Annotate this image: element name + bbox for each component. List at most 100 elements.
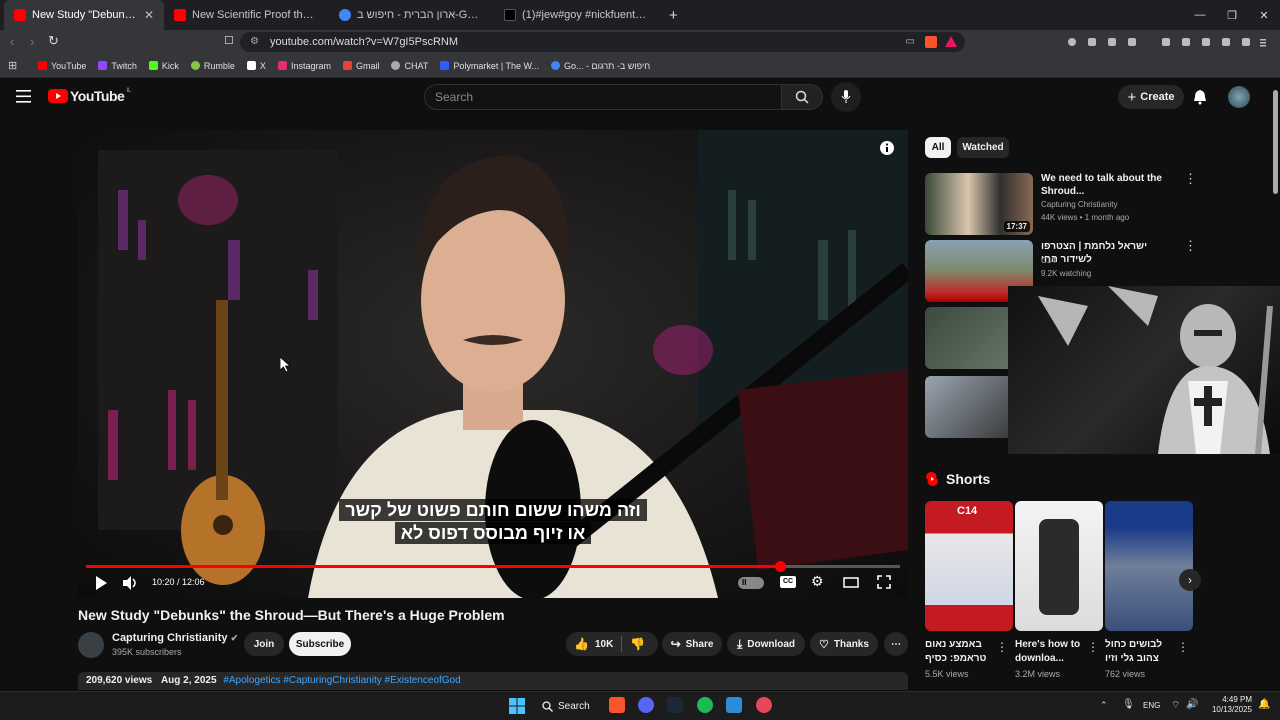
bookmark-rumble[interactable]: Rumble	[190, 61, 235, 71]
forward-icon[interactable]: ›	[30, 34, 34, 49]
bookmark-youtube[interactable]: YouTube	[38, 61, 86, 71]
page-scrollbar[interactable]	[1273, 90, 1278, 194]
short-title[interactable]: לבושים כחול צהוב גלי וזיו	[1105, 638, 1185, 666]
recommendation-thumbnail[interactable]: 17:37	[925, 173, 1033, 235]
recommendation-title[interactable]: We need to talk about the Shroud...	[1041, 172, 1171, 198]
clock[interactable]: 4:49 PM 10/13/2025	[1208, 695, 1252, 715]
like-count[interactable]: 10K	[595, 639, 613, 650]
photos-icon[interactable]	[726, 697, 742, 713]
language-indicator[interactable]: ENG	[1143, 701, 1160, 710]
recommendation-channel[interactable]: Capturing Christianity	[1041, 199, 1117, 211]
short-thumbnail[interactable]	[1015, 501, 1103, 631]
hashtags[interactable]: #Apologetics #CapturingChristianity #Exi…	[223, 675, 460, 686]
search-input[interactable]: Search	[424, 84, 782, 110]
apps-grid-icon[interactable]: ⊞	[8, 59, 17, 72]
minimize-icon[interactable]: —	[1184, 0, 1216, 30]
youtube-logo[interactable]: YouTube IL	[48, 88, 131, 104]
brave-shield-icon[interactable]	[925, 36, 937, 48]
bookmark-polymarket[interactable]: Polymarket | The W...	[440, 61, 539, 71]
tab-4[interactable]: (1)#jew#goy #nickfuentus #shmerg	[494, 0, 659, 30]
thanks-button[interactable]: ♡ Thanks	[810, 632, 878, 656]
back-icon[interactable]: ‹	[10, 34, 14, 49]
windows-start-icon[interactable]	[509, 698, 525, 714]
description-box[interactable]: 209,620 views Aug 2, 2025 #Apologetics #…	[78, 672, 908, 690]
channel-name[interactable]: Capturing Christianity ✔	[112, 632, 238, 644]
account-avatar[interactable]	[1228, 86, 1250, 108]
notification-icon[interactable]: 🔔	[1258, 699, 1270, 710]
channel-avatar[interactable]	[78, 632, 104, 658]
volume-icon[interactable]	[123, 576, 139, 590]
cast-icon[interactable]: ▭	[906, 32, 915, 52]
bookmark-google-translate[interactable]: Go... - חיפוש ב- תרגום	[551, 61, 650, 71]
join-button[interactable]: Join	[244, 632, 284, 656]
settings-gear-icon[interactable]: ⚙	[811, 573, 824, 590]
more-actions-button[interactable]: ⋯	[884, 632, 908, 656]
close-window-icon[interactable]: ✕	[1248, 0, 1280, 30]
theater-mode-icon[interactable]	[843, 577, 859, 588]
more-vertical-icon[interactable]: ⋮	[996, 640, 1008, 654]
extensions-icon[interactable]	[1066, 36, 1266, 48]
restore-icon[interactable]: ❐	[1216, 0, 1248, 30]
download-button[interactable]: ⤓ Download	[727, 632, 805, 656]
subscribe-button[interactable]: Subscribe	[289, 632, 351, 656]
create-button[interactable]: + Create	[1118, 85, 1184, 109]
captions-button[interactable]: CC	[780, 576, 796, 588]
short-thumbnail[interactable]: C14	[925, 501, 1013, 631]
voice-search-button[interactable]	[831, 82, 861, 112]
thanks-icon: ♡	[819, 638, 829, 651]
tab-2[interactable]: New Scientific Proof the Shroud is Au	[164, 0, 329, 30]
brave-rewards-icon[interactable]	[945, 36, 957, 47]
brave-browser-icon[interactable]	[609, 697, 625, 713]
reload-icon[interactable]: ↻	[48, 33, 59, 49]
menu-icon[interactable]	[16, 90, 32, 103]
bookmark-gmail[interactable]: Gmail	[342, 61, 379, 71]
chip-watched[interactable]: Watched	[957, 137, 1009, 158]
tab-3[interactable]: ארון הברית - חיפוש ב-Google	[329, 0, 494, 30]
more-vertical-icon[interactable]: ⋮	[1177, 640, 1189, 654]
notifications-bell-icon[interactable]	[1193, 89, 1207, 105]
info-icon[interactable]	[879, 140, 895, 156]
short-title[interactable]: Here's how to downloa...	[1015, 638, 1095, 666]
bookmark-twitch[interactable]: Twitch	[98, 61, 137, 71]
spotify-icon[interactable]	[697, 697, 713, 713]
recommendation-meta: 9.2K watching	[1041, 269, 1092, 278]
recommendation-channel[interactable]: C14	[1041, 255, 1056, 267]
share-arrow-icon: ↪	[670, 637, 681, 651]
discord-icon[interactable]	[638, 697, 654, 713]
bookmark-icon[interactable]: ☐	[224, 34, 234, 47]
short-thumbnail[interactable]	[1105, 501, 1193, 631]
app-icon[interactable]	[756, 697, 772, 713]
thumbs-down-icon[interactable]: 👎	[630, 637, 645, 651]
bookmark-kick[interactable]: Kick	[148, 61, 179, 71]
wifi-icon[interactable]: ⌔	[1171, 699, 1180, 712]
download-icon: ⤓	[736, 636, 743, 651]
bookmark-instagram[interactable]: Instagram	[277, 61, 331, 71]
site-info-icon[interactable]: ⚙	[250, 32, 259, 52]
more-vertical-icon[interactable]: ⋮	[1087, 640, 1099, 654]
bookmark-chat[interactable]: CHAT	[391, 61, 428, 71]
address-bar[interactable]: ⚙ youtube.com/watch?v=W7gI5PscRNM ▭	[240, 32, 965, 52]
recommendation-title[interactable]: ישראל נלחמת | הצטרפו לשידור החי	[1041, 240, 1171, 266]
chip-all[interactable]: All	[925, 137, 951, 158]
steam-icon[interactable]	[667, 697, 683, 713]
taskbar-search[interactable]: Search	[542, 697, 590, 715]
volume-tray-icon[interactable]: 🔊	[1186, 699, 1198, 710]
more-vertical-icon[interactable]: ⋮	[1184, 238, 1197, 254]
search-button[interactable]	[781, 84, 823, 110]
close-tab-icon[interactable]: ✕	[144, 8, 154, 22]
mic-tray-icon[interactable]: 🎙	[1122, 699, 1135, 710]
browser-tab-bar: New Study "Debunks" the Shrou ✕ New Scie…	[0, 0, 1280, 30]
tab-1[interactable]: New Study "Debunks" the Shrou ✕	[4, 0, 164, 30]
share-button[interactable]: ↪ Share	[662, 632, 722, 656]
thumbs-up-icon[interactable]: 👍	[574, 637, 589, 651]
next-arrow-button[interactable]: ›	[1179, 569, 1201, 591]
play-icon[interactable]	[95, 576, 107, 590]
tray-overflow-icon[interactable]: ⌃	[1100, 700, 1108, 711]
short-title[interactable]: באמצע נאום טראמפ: כסיף	[925, 638, 1005, 666]
autoplay-toggle[interactable]: II	[738, 577, 764, 589]
bookmark-x[interactable]: X	[246, 61, 266, 71]
more-vertical-icon[interactable]: ⋮	[1184, 171, 1197, 187]
fullscreen-icon[interactable]	[877, 575, 891, 589]
new-tab-button[interactable]: +	[659, 0, 681, 30]
progress-bar[interactable]	[86, 561, 900, 572]
